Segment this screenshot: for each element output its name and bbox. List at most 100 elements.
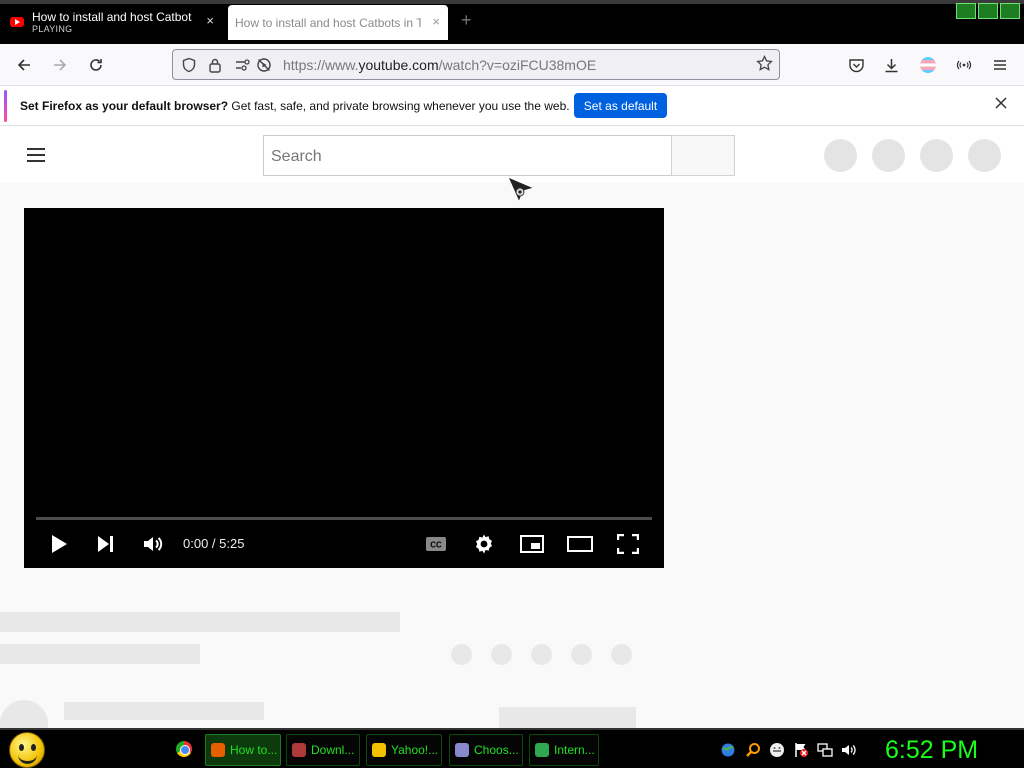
progress-bar[interactable] <box>36 517 652 520</box>
url-domain: youtube.com <box>358 57 439 73</box>
taskbar-item[interactable]: Yahoo!... <box>366 734 442 766</box>
firefox-icon <box>211 743 225 757</box>
theater-mode-icon <box>567 536 593 552</box>
close-notification-icon[interactable] <box>994 95 1008 115</box>
mute-button[interactable] <box>141 530 165 558</box>
minimize-button[interactable] <box>956 3 976 19</box>
chrome-quicklaunch-icon[interactable] <box>176 741 192 757</box>
reload-button[interactable] <box>85 54 107 76</box>
subtitle-skeleton <box>0 644 200 664</box>
tray-action-center-flag-icon[interactable] <box>793 742 809 758</box>
taskbar-item-label: Yahoo!... <box>391 743 439 757</box>
default-browser-notification: Set Firefox as your default browser? Get… <box>0 86 1024 126</box>
tab-youtube-playing[interactable]: How to install and host Catbots PLAYING … <box>4 4 222 40</box>
back-arrow-icon <box>17 59 30 71</box>
channel-avatar-skeleton <box>0 700 48 729</box>
account-button[interactable] <box>917 54 939 76</box>
tray-messenger-icon[interactable] <box>769 742 785 758</box>
skip-next-icon <box>98 536 113 552</box>
next-button[interactable] <box>95 530 117 558</box>
notification-accent <box>4 90 7 122</box>
search-input[interactable]: Search <box>263 135 672 176</box>
close-tab-icon[interactable]: × <box>432 15 440 29</box>
play-icon <box>52 535 67 553</box>
tracking-protection-shield-icon[interactable] <box>181 57 197 76</box>
start-button-smiley-icon[interactable] <box>9 732 45 768</box>
play-button[interactable] <box>48 530 70 558</box>
taskbar: How to... Downl... Yahoo!... Choos... Intern… <box>0 728 1024 768</box>
permissions-icon[interactable] <box>235 57 251 76</box>
url-text[interactable]: https://www.youtube.com/watch?v=oziFCU38… <box>283 57 596 73</box>
header-placeholder-icon-1[interactable] <box>824 139 857 172</box>
tray-network-globe-icon[interactable] <box>720 742 736 758</box>
control-panel-icon <box>455 743 469 757</box>
search-button[interactable] <box>671 135 735 176</box>
youtube-favicon-icon <box>10 17 24 27</box>
gear-icon <box>476 534 492 554</box>
tray-volume-icon[interactable] <box>841 742 857 758</box>
miniplayer-icon <box>520 535 544 553</box>
yahoo-messenger-icon <box>372 743 386 757</box>
window-controls <box>956 3 1020 19</box>
video-player[interactable]: 0:00 / 5:25 CC <box>24 208 664 568</box>
taskbar-item-label: Choos... <box>474 743 519 757</box>
system-clock[interactable]: 6:52 PM <box>885 735 978 765</box>
guide-menu-icon[interactable] <box>27 148 45 162</box>
downloads-button[interactable] <box>880 54 902 76</box>
taskbar-item[interactable]: How to... <box>205 734 281 766</box>
url-path: /watch?v=oziFCU38mOE <box>438 57 597 73</box>
fullscreen-button[interactable] <box>616 530 640 558</box>
action-skeleton <box>451 644 472 665</box>
notification-bold-text: Set Firefox as your default browser? <box>20 99 229 113</box>
header-placeholder-icon-4[interactable] <box>968 139 1001 172</box>
network-icon <box>535 743 549 757</box>
download-icon <box>292 743 306 757</box>
tab-title: How to install and host Catbots in T <box>235 15 421 30</box>
close-tab-icon[interactable]: × <box>206 14 214 28</box>
taskbar-item[interactable]: Downl... <box>286 734 360 766</box>
action-skeleton <box>531 644 552 665</box>
tab-youtube-current[interactable]: How to install and host Catbots in T × <box>228 5 448 40</box>
taskbar-item[interactable]: Intern... <box>529 734 599 766</box>
taskbar-item[interactable]: Choos... <box>449 734 523 766</box>
action-skeleton <box>491 644 512 665</box>
address-bar[interactable]: https://www.youtube.com/watch?v=oziFCU38… <box>172 49 780 80</box>
tab-title: How to install and host Catbots <box>32 9 192 24</box>
new-tab-button[interactable]: + <box>461 10 472 30</box>
header-placeholder-icon-3[interactable] <box>920 139 953 172</box>
set-as-default-button[interactable]: Set as default <box>574 93 667 118</box>
taskbar-item-label: How to... <box>230 743 278 757</box>
lock-icon[interactable] <box>208 57 222 76</box>
pocket-icon <box>848 58 864 72</box>
close-window-button[interactable] <box>1000 3 1020 19</box>
maximize-button[interactable] <box>978 3 998 19</box>
taskbar-item-label: Intern... <box>554 743 595 757</box>
notification-text: Get fast, safe, and private browsing whe… <box>228 99 570 113</box>
extension-button[interactable] <box>953 54 975 76</box>
tab-playing-status: PLAYING <box>32 23 73 34</box>
svg-text:CC: CC <box>430 541 442 550</box>
header-placeholder-icon-2[interactable] <box>872 139 905 172</box>
autoplay-blocked-icon[interactable] <box>256 57 272 76</box>
closed-captions-icon: CC <box>426 537 446 551</box>
miniplayer-button[interactable] <box>519 530 545 558</box>
subtitles-button[interactable]: CC <box>424 530 448 558</box>
navigation-toolbar: https://www.youtube.com/watch?v=oziFCU38… <box>0 44 1024 86</box>
tray-network-monitor-icon[interactable] <box>817 742 833 758</box>
pride-flag-account-icon <box>920 57 936 73</box>
tray-search-icon[interactable] <box>745 742 761 758</box>
bookmark-star-icon[interactable] <box>756 54 773 77</box>
pocket-button[interactable] <box>845 54 867 76</box>
action-skeleton <box>571 644 592 665</box>
app-menu-button[interactable] <box>989 54 1011 76</box>
theater-mode-button[interactable] <box>566 530 594 558</box>
action-skeleton <box>611 644 632 665</box>
taskbar-item-label: Downl... <box>311 743 355 757</box>
time-display: 0:00 / 5:25 <box>183 536 245 551</box>
volume-icon <box>144 537 163 551</box>
settings-button[interactable] <box>472 530 496 558</box>
download-icon <box>885 58 897 72</box>
forward-button[interactable] <box>49 54 71 76</box>
url-prefix: https://www. <box>283 57 359 73</box>
back-button[interactable] <box>13 54 35 76</box>
